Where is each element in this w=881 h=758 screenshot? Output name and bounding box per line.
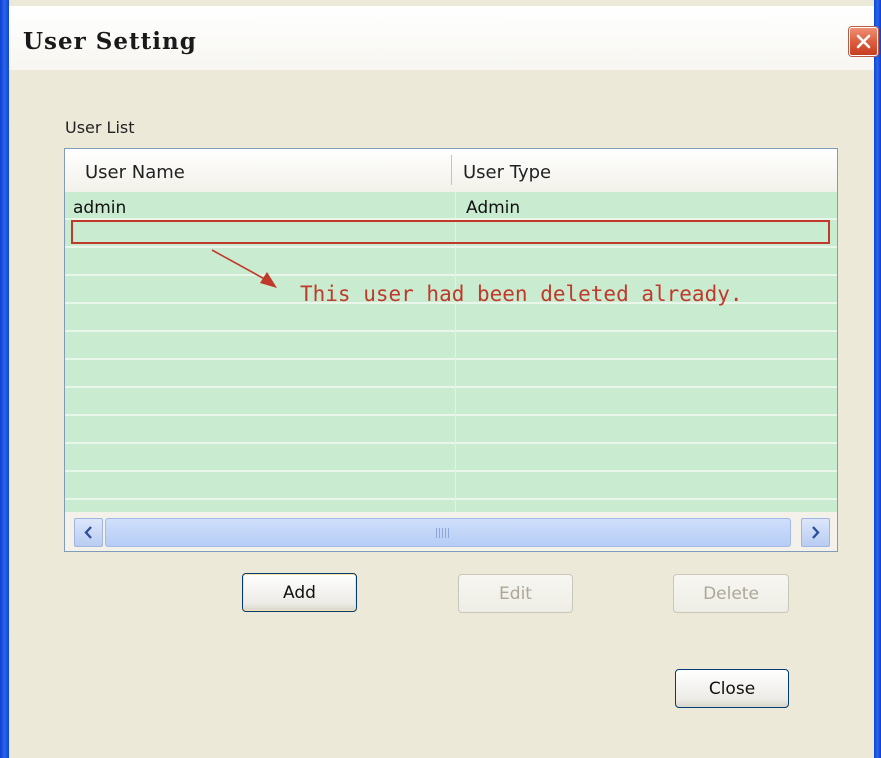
window-title: User Setting bbox=[23, 28, 197, 55]
scroll-right-button[interactable] bbox=[801, 518, 830, 547]
user-list-label: User List bbox=[65, 118, 135, 137]
user-setting-dialog: User Setting User List User Name User Ty… bbox=[0, 0, 881, 758]
scroll-left-button[interactable] bbox=[74, 518, 103, 547]
edit-button[interactable]: Edit bbox=[458, 574, 573, 613]
chevron-left-icon bbox=[84, 526, 92, 539]
close-icon bbox=[856, 34, 871, 49]
title-bar[interactable]: User Setting bbox=[9, 6, 878, 70]
window-border-right bbox=[874, 0, 881, 758]
scroll-thumb[interactable] bbox=[105, 518, 791, 547]
annotation-arrow-icon bbox=[211, 249, 277, 288]
close-button[interactable]: Close bbox=[675, 669, 789, 708]
chevron-right-icon bbox=[812, 526, 820, 539]
add-button[interactable]: Add bbox=[242, 573, 357, 612]
window-border-left bbox=[0, 0, 9, 758]
scroll-grip-icon bbox=[436, 528, 450, 538]
deleted-user-annotation: This user had been deleted already. bbox=[300, 282, 743, 306]
horizontal-scrollbar[interactable] bbox=[65, 512, 837, 551]
window-close-button[interactable] bbox=[849, 27, 878, 56]
user-list-view[interactable]: User Name User Type admin Admin This use… bbox=[64, 148, 838, 552]
delete-button[interactable]: Delete bbox=[673, 574, 789, 613]
